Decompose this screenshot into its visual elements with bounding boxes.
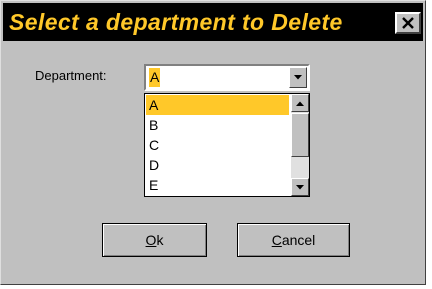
dropdown-toggle-button[interactable] (289, 67, 307, 88)
scroll-up-button[interactable] (291, 94, 309, 112)
cancel-mnemonic: C (271, 232, 282, 248)
dropdown-scrollbar[interactable] (291, 94, 309, 196)
ok-label-rest: k (156, 232, 164, 248)
dropdown-option-c[interactable]: C (146, 135, 289, 155)
scroll-down-button[interactable] (291, 178, 309, 196)
close-button[interactable] (395, 12, 421, 34)
department-dropdown-list[interactable]: A B C D E (144, 93, 310, 197)
ok-button[interactable]: Ok (102, 223, 207, 257)
dropdown-option-d[interactable]: D (146, 155, 289, 175)
department-combo-value[interactable]: A (149, 68, 161, 87)
delete-department-dialog: Select a department to Delete Department… (0, 0, 426, 285)
arrow-down-icon (296, 184, 304, 189)
dropdown-option-a[interactable]: A (146, 95, 289, 115)
cancel-label-rest: ancel (281, 232, 316, 248)
dialog-title: Select a department to Delete (9, 9, 343, 35)
chevron-down-icon (294, 75, 302, 80)
ok-mnemonic: O (145, 232, 157, 248)
title-bar: Select a department to Delete (3, 3, 423, 41)
department-label: Department: (35, 68, 107, 83)
dropdown-options: A B C D E (146, 95, 289, 195)
dropdown-option-b[interactable]: B (146, 115, 289, 135)
scroll-thumb[interactable] (291, 113, 309, 157)
arrow-up-icon (296, 101, 304, 106)
dropdown-option-e[interactable]: E (146, 175, 289, 195)
close-icon (402, 17, 414, 29)
cancel-button[interactable]: Cancel (237, 223, 350, 257)
department-combobox[interactable]: A (144, 64, 310, 91)
